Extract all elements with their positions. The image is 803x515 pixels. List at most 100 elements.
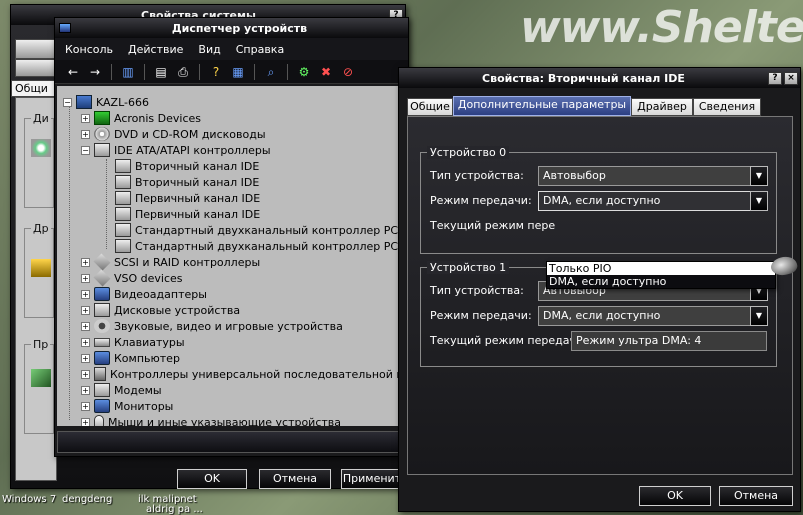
tree-item[interactable]: + Клавиатуры [81, 334, 185, 350]
tree-item[interactable]: + Модемы [81, 382, 162, 398]
properties-icon[interactable]: ▤ [153, 64, 169, 80]
collapse-icon[interactable]: − [81, 145, 90, 155]
ideprops-titlebar[interactable]: Свойства: Вторичный канал IDE ? × [399, 68, 800, 88]
tree-item[interactable]: Вторичный канал IDE [101, 158, 259, 174]
scsi-icon [93, 253, 111, 271]
device-tree[interactable]: − KAZL-666 + Acronis Devices + DVD и CD-ROM д… [57, 86, 406, 426]
tree-item[interactable]: Стандартный двухканальный контроллер PCI… [101, 238, 406, 254]
device-0-mode-combo[interactable]: DMA, если доступно ▼ [538, 191, 768, 211]
ideprops-help-button[interactable]: ? [768, 71, 782, 85]
disable-device-icon[interactable]: ⊘ [340, 64, 356, 80]
ideprops-ok-button[interactable]: OK [639, 486, 711, 506]
tree-item[interactable]: Первичный канал IDE [101, 190, 260, 206]
show-hide-tree-icon[interactable]: ▥ [120, 64, 136, 80]
chevron-down-icon[interactable]: ▼ [750, 306, 768, 326]
devmgr-toolbar: ← → ▥ ▤ ⎙ ? ▦ ⌕ ⚙ ✖ ⊘ [55, 60, 408, 84]
device-1-mode-combo[interactable]: DMA, если доступно ▼ [538, 306, 768, 326]
tree-item[interactable]: Стандартный двухканальный контроллер PCI… [101, 222, 406, 238]
ideprops-cancel-button[interactable]: Отмена [719, 486, 793, 506]
sysprops-tab-strip[interactable] [15, 39, 55, 59]
device-0-type-combo[interactable]: Автовыбор ▼ [538, 166, 768, 186]
expand-icon[interactable]: + [81, 353, 90, 363]
tree-item-label: Контроллеры универсальной последовательн… [110, 367, 406, 381]
back-arrow-icon[interactable]: ← [65, 64, 81, 80]
sysprops-group-drivers: Др [24, 222, 54, 318]
devmgr-titlebar[interactable]: Диспетчер устройств [55, 18, 408, 38]
vso-icon [93, 269, 111, 287]
device-0-mode-dropdown-list[interactable]: Только PIO DMA, если доступно [546, 261, 776, 289]
scan-hardware-icon[interactable]: ⌕ [263, 64, 279, 80]
menu-action[interactable]: Действие [128, 43, 183, 56]
tree-item-label: DVD и CD-ROM дисководы [114, 127, 266, 141]
tree-item[interactable]: + SCSI и RAID контроллеры [81, 253, 260, 271]
toolbar-separator [254, 63, 255, 80]
ide-channel-icon [115, 159, 131, 173]
chevron-down-icon[interactable]: ▼ [750, 191, 768, 211]
dropdown-option-pio-only[interactable]: Только PIO [547, 262, 775, 275]
sysprops-tab-strip[interactable] [15, 59, 55, 77]
ideprops-close-button[interactable]: × [784, 71, 798, 85]
tab-driver[interactable]: Драйвер [631, 98, 693, 116]
tree-item-label: Звуковые, видео и игровые устройства [114, 319, 343, 333]
expand-icon[interactable]: + [81, 289, 90, 299]
expand-icon[interactable]: + [81, 257, 90, 267]
expand-icon[interactable]: + [81, 401, 90, 411]
tree-item[interactable]: Вторичный канал IDE [101, 174, 259, 190]
expand-icon[interactable]: + [81, 321, 90, 331]
expand-icon[interactable]: + [81, 417, 90, 426]
tree-item[interactable]: + Видеоадаптеры [81, 286, 207, 302]
sysprops-tab-general[interactable]: Общи [11, 80, 55, 97]
tree-item[interactable]: + Дисковые устройства [81, 302, 240, 318]
tree-item[interactable]: + Звуковые, видео и игровые устройства [81, 318, 343, 334]
help-icon[interactable]: ? [208, 64, 224, 80]
tree-item[interactable]: − KAZL-666 [63, 94, 149, 110]
ideprops-title: Свойства: Вторичный канал IDE [482, 71, 685, 85]
collapse-icon[interactable]: − [63, 97, 72, 107]
expand-icon[interactable]: + [81, 385, 90, 395]
advanced-settings-pane: Устройство 0 Тип устройства: Автовыбор ▼… [407, 116, 799, 475]
expand-icon[interactable]: + [81, 337, 90, 347]
tree-item-label: Клавиатуры [114, 335, 185, 349]
tree-item[interactable]: + Мониторы [81, 398, 173, 414]
menu-console[interactable]: Консоль [65, 43, 113, 56]
profile-icon [31, 369, 51, 387]
tree-item-label: KAZL-666 [96, 95, 149, 109]
sysprops-group-device: Ди [24, 112, 54, 208]
update-driver-icon[interactable]: ⚙ [296, 64, 312, 80]
tree-item[interactable]: + VSO devices [81, 269, 183, 287]
toolbar-separator [287, 63, 288, 80]
sysprops-apply-button[interactable]: Применит [341, 469, 403, 489]
desktop-icon-label[interactable]: Windows 7 [2, 494, 56, 505]
chevron-down-icon[interactable]: ▼ [750, 166, 768, 186]
ide-channel-icon [115, 207, 131, 221]
expand-icon[interactable]: + [81, 273, 90, 283]
tree-item-label: Первичный канал IDE [135, 191, 261, 205]
devmgr-title: Диспетчер устройств [171, 21, 308, 35]
tab-details[interactable]: Сведения [693, 98, 761, 116]
tree-item[interactable]: + DVD и CD-ROM дисководы [81, 126, 266, 142]
sysprops-pane: Ди Др Пр [15, 97, 57, 481]
desktop-icon-label[interactable]: aldrig pa ... [146, 504, 203, 515]
menu-view[interactable]: Вид [198, 43, 220, 56]
menu-help[interactable]: Справка [236, 43, 284, 56]
tree-item[interactable]: + Контроллеры универсальной последователь… [81, 366, 406, 382]
uninstall-icon[interactable]: ✖ [318, 64, 334, 80]
tree-item[interactable]: + Мыши и иные указывающие устройства [81, 414, 341, 426]
sysprops-cancel-button[interactable]: Отмена [259, 469, 331, 489]
tree-item[interactable]: + Компьютер [81, 350, 180, 366]
tab-advanced-settings[interactable]: Дополнительные параметры [453, 96, 631, 116]
view-icon[interactable]: ▦ [230, 64, 246, 80]
expand-icon[interactable]: + [81, 369, 90, 379]
desktop-icon-label[interactable]: dengdeng [62, 494, 112, 505]
expand-icon[interactable]: + [81, 129, 90, 139]
tree-item[interactable]: Первичный канал IDE [101, 206, 260, 222]
expand-icon[interactable]: + [81, 113, 90, 123]
tree-item[interactable]: − IDE ATA/ATAPI контроллеры [81, 142, 271, 158]
expand-icon[interactable]: + [81, 305, 90, 315]
forward-arrow-icon[interactable]: → [87, 64, 103, 80]
tree-item[interactable]: + Acronis Devices [81, 110, 201, 126]
print-icon[interactable]: ⎙ [175, 64, 191, 80]
tab-general[interactable]: Общие [407, 98, 453, 116]
sysprops-ok-button[interactable]: OK [177, 469, 247, 489]
dropdown-option-dma-if-available[interactable]: DMA, если доступно [547, 275, 775, 288]
